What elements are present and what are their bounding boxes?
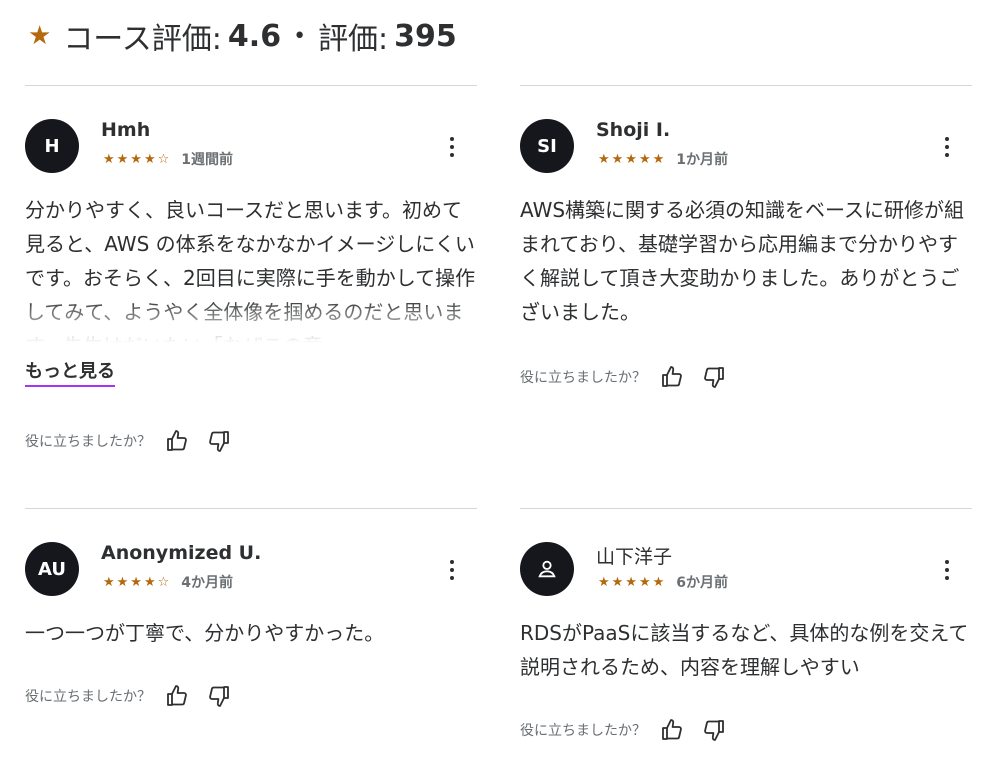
divider <box>520 508 972 509</box>
review-rating: ★★★★☆ 1週間前 <box>103 149 233 169</box>
review-date: 6か月前 <box>676 575 729 591</box>
helpful-feedback: 役に立ちましたか？ <box>520 361 730 393</box>
helpful-label: 役に立ちましたか？ <box>25 689 151 705</box>
review-card: 山下洋子 ★★★★★ 6か月前 RDSがPaaSに該当するなど、具体的な例を交え… <box>520 508 972 763</box>
rating-count-value: 395 <box>394 18 457 54</box>
thumbs-down-icon[interactable] <box>203 425 235 457</box>
reviewer-name: Shoji I. <box>596 119 671 141</box>
review-text: 一つ一つが丁寧で、分かりやすかった。 <box>25 621 385 645</box>
thumbs-down-icon[interactable] <box>698 714 730 746</box>
star-rating: ★★★★★ <box>598 574 667 590</box>
review-card: H Hmh ★★★★☆ 1週間前 分かりやすく、良いコースだと思います。初めて見… <box>25 85 477 505</box>
review-rating: ★★★★☆ 4か月前 <box>103 572 233 592</box>
course-rating-label: コース評価: <box>63 22 222 57</box>
review-text: AWS構築に関する必須の知識をベースに研修が組まれており、基礎学習から応用編まで… <box>520 198 965 324</box>
avatar <box>520 542 574 596</box>
show-more-button[interactable]: もっと見る <box>25 357 115 387</box>
review-rating: ★★★★★ 1か月前 <box>598 149 728 169</box>
review-text: RDSがPaaSに該当するなど、具体的な例を交えて説明されるため、内容を理解しや… <box>520 621 969 679</box>
thumbs-up-icon[interactable] <box>161 680 193 712</box>
thumbs-down-icon[interactable] <box>698 361 730 393</box>
reviewer-name: Hmh <box>101 119 151 141</box>
course-rating-value: 4.6 <box>227 18 282 54</box>
more-options-icon[interactable] <box>944 560 950 580</box>
helpful-label: 役に立ちましたか？ <box>520 723 646 739</box>
reviewer-name: 山下洋子 <box>596 546 673 568</box>
review-date: 1か月前 <box>676 152 729 168</box>
avatar: SI <box>520 119 574 173</box>
helpful-feedback: 役に立ちましたか？ <box>520 714 730 746</box>
helpful-feedback: 役に立ちましたか？ <box>25 680 235 712</box>
review-rating: ★★★★★ 6か月前 <box>598 572 728 592</box>
helpful-label: 役に立ちましたか？ <box>520 370 646 386</box>
thumbs-down-icon[interactable] <box>203 680 235 712</box>
more-options-icon[interactable] <box>449 137 455 157</box>
divider <box>25 508 477 509</box>
review-date: 1週間前 <box>181 152 234 168</box>
review-card: SI Shoji I. ★★★★★ 1か月前 AWS構築に関する必須の知識をベー… <box>520 85 972 505</box>
user-icon <box>538 560 556 578</box>
review-text: 分かりやすく、良いコースだと思います。初めて見ると、AWS の体系をなかなかイメ… <box>25 198 476 343</box>
star-icon: ★ <box>28 21 52 51</box>
review-date: 4か月前 <box>181 575 234 591</box>
thumbs-up-icon[interactable] <box>656 361 688 393</box>
avatar: H <box>25 119 79 173</box>
more-options-icon[interactable] <box>944 137 950 157</box>
avatar: AU <box>25 542 79 596</box>
thumbs-up-icon[interactable] <box>656 714 688 746</box>
divider <box>25 85 477 86</box>
divider <box>520 85 972 86</box>
more-options-icon[interactable] <box>449 560 455 580</box>
star-rating: ★★★★☆ <box>103 151 172 167</box>
course-rating-header: ★ コース評価: 4.6 • 評価: 395 <box>28 14 457 58</box>
reviewer-name: Anonymized U. <box>101 542 262 564</box>
separator: • <box>293 23 307 49</box>
helpful-label: 役に立ちましたか？ <box>25 434 151 450</box>
rating-count-label: 評価: <box>318 22 389 57</box>
thumbs-up-icon[interactable] <box>161 425 193 457</box>
star-rating: ★★★★★ <box>598 151 667 167</box>
star-rating: ★★★★☆ <box>103 574 172 590</box>
helpful-feedback: 役に立ちましたか？ <box>25 425 235 457</box>
review-card: AU Anonymized U. ★★★★☆ 4か月前 一つ一つが丁寧で、分かり… <box>25 508 477 748</box>
